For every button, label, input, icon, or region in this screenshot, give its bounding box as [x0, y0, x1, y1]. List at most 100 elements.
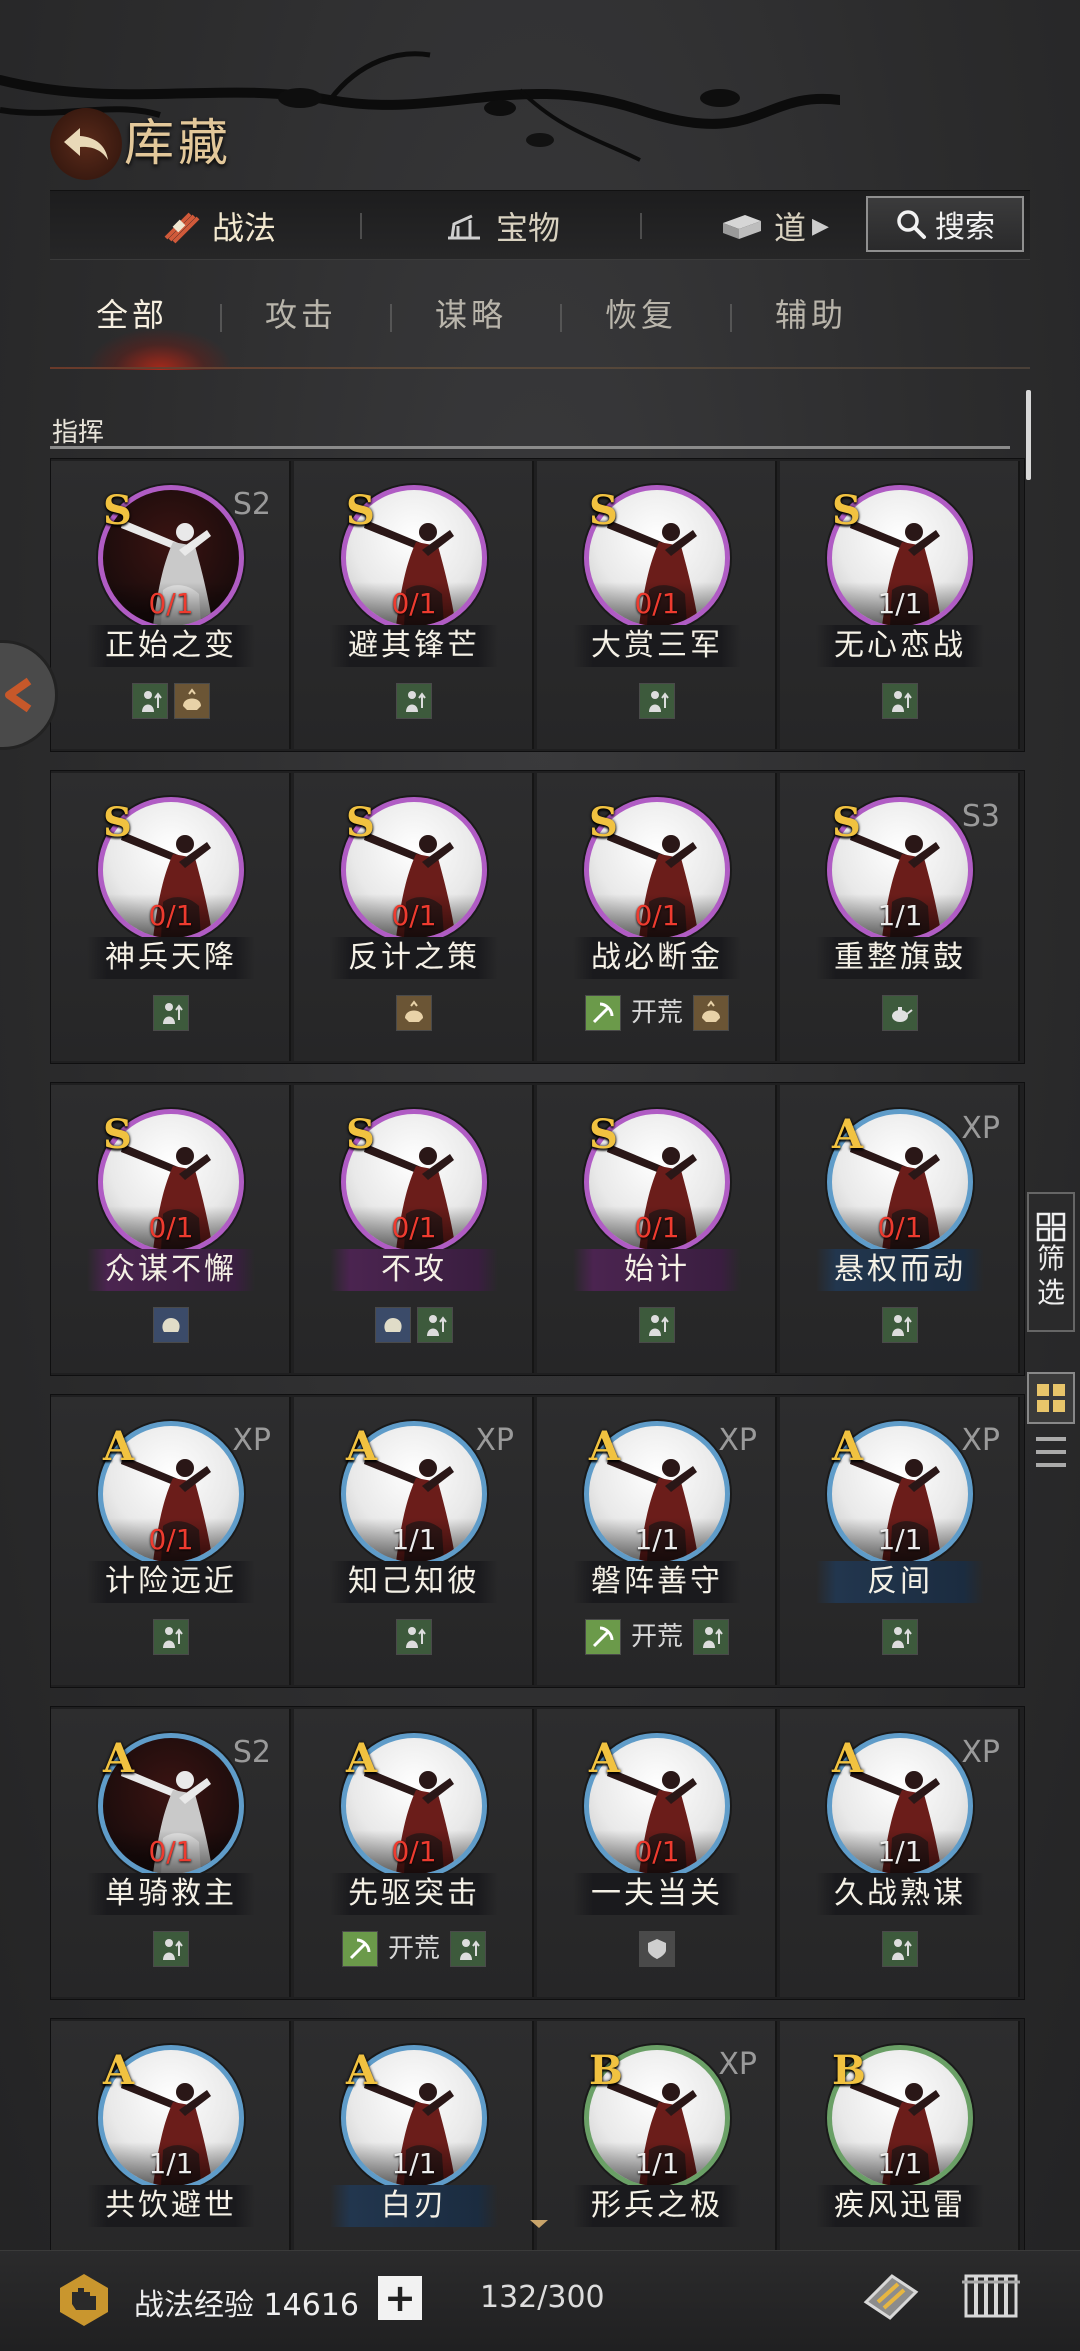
- soldier-up-icon: [882, 1619, 918, 1655]
- add-exp-button[interactable]: +: [378, 2276, 422, 2320]
- pickaxe-icon: [341, 1931, 378, 1967]
- tag-list: [537, 1931, 777, 1967]
- tactic-card[interactable]: A XP 0/1 悬权而动: [780, 1085, 1020, 1373]
- tab-treasure[interactable]: 宝物: [442, 191, 560, 261]
- tactic-name: 计险远近: [87, 1561, 255, 1603]
- back-button[interactable]: [50, 108, 122, 180]
- tactic-card[interactable]: A XP 1/1 久战熟谋: [780, 1709, 1020, 1997]
- tactic-card[interactable]: S 0/1 众谋不懈: [51, 1085, 291, 1373]
- tactic-card[interactable]: S 0/1 始计: [537, 1085, 777, 1373]
- owned-count: 0/1: [391, 587, 437, 620]
- season-badge: XP: [961, 1735, 1000, 1770]
- brain-icon: [375, 1307, 411, 1343]
- tag-list: [294, 995, 534, 1031]
- tag-list: [51, 1931, 291, 1967]
- chevron-right-icon: ▶: [812, 213, 829, 239]
- tactic-card[interactable]: S 0/1 神兵天降: [51, 773, 291, 1061]
- tactic-name: 众谋不懈: [87, 1249, 255, 1291]
- soldier-up-icon: [417, 1307, 453, 1343]
- tactic-card[interactable]: S 0/1 战必断金 开荒: [537, 773, 777, 1061]
- tag-list: [780, 1307, 1020, 1343]
- tactic-card[interactable]: S 0/1 大赏三军: [537, 461, 777, 749]
- tag-list: [294, 683, 534, 719]
- tactic-card[interactable]: S S3 1/1 重整旗鼓: [780, 773, 1020, 1061]
- scroll-book-icon[interactable]: [858, 2262, 924, 2328]
- grid-view-icon: [1037, 1384, 1065, 1412]
- tactic-name: 疾风迅雷: [816, 2185, 984, 2227]
- tactic-card[interactable]: A XP 1/1 知己知彼: [294, 1397, 534, 1685]
- subtab-recovery[interactable]: 恢复: [605, 290, 677, 350]
- list-view-toggle[interactable]: [1031, 1432, 1071, 1472]
- subtab-attack[interactable]: 攻击: [265, 290, 337, 350]
- tag-list: [51, 995, 291, 1031]
- scrollbar[interactable]: [1026, 390, 1031, 480]
- tactic-card[interactable]: A XP 0/1 计险远近: [51, 1397, 291, 1685]
- tactics-row: S 0/1 众谋不懈 S 0/1 不攻 S 0/1 始计 A XP 0/1 悬权…: [50, 1082, 1025, 1376]
- tactic-name: 悬权而动: [816, 1249, 984, 1291]
- owned-count: 0/1: [634, 899, 680, 932]
- grade-badge: S: [832, 487, 861, 534]
- subtab-strategy[interactable]: 谋略: [435, 290, 507, 350]
- page-title: 库藏: [124, 114, 232, 172]
- tag-list: [537, 683, 777, 719]
- tactic-card[interactable]: A XP 1/1 磐阵善守 开荒: [537, 1397, 777, 1685]
- tactic-name: 大赏三军: [573, 625, 741, 667]
- tactic-exp-icon: [60, 2274, 108, 2326]
- back-arrow-icon: [64, 128, 108, 160]
- list-line: [1036, 1449, 1066, 1454]
- shield-icon: [639, 1931, 675, 1967]
- brain-icon: [153, 1307, 189, 1343]
- tab-divider: [640, 213, 642, 239]
- subtab-support[interactable]: 辅助: [775, 290, 847, 350]
- tab-items[interactable]: 道 ▶: [720, 191, 829, 261]
- tactic-card[interactable]: A 0/1 先驱突击 开荒: [294, 1709, 534, 1997]
- tactic-exp-label: 战法经验 14616: [134, 2288, 359, 2323]
- tag-list: 开荒: [294, 1931, 534, 1967]
- subtab-all[interactable]: 全部: [96, 290, 168, 350]
- owned-count: 1/1: [877, 2147, 923, 2180]
- list-line: [1036, 1463, 1066, 1468]
- tag-list: [780, 995, 1020, 1031]
- grade-badge: A: [103, 1735, 135, 1782]
- tactic-card[interactable]: S 0/1 不攻: [294, 1085, 534, 1373]
- tactic-card[interactable]: A S2 0/1 单骑救主: [51, 1709, 291, 1997]
- grade-badge: A: [832, 1423, 864, 1470]
- tactics-row: A S2 0/1 单骑救主 A 0/1 先驱突击 开荒 A 0/1 一夫当关 A…: [50, 1706, 1025, 2000]
- tactic-card[interactable]: A 0/1 一夫当关: [537, 1709, 777, 1997]
- owned-count: 1/1: [877, 899, 923, 932]
- season-badge: XP: [718, 2047, 757, 2082]
- season-badge: S3: [961, 799, 1000, 834]
- tactic-card[interactable]: A XP 1/1 反间: [780, 1397, 1020, 1685]
- grade-badge: A: [832, 1735, 864, 1782]
- grid-view-toggle[interactable]: [1027, 1372, 1075, 1424]
- filter-button[interactable]: 筛选: [1027, 1192, 1075, 1332]
- tactic-card[interactable]: S 0/1 避其锋芒: [294, 461, 534, 749]
- soldier-up-icon: [882, 1931, 918, 1967]
- soldier-up-icon: [396, 1619, 432, 1655]
- grade-badge: A: [103, 1423, 135, 1470]
- tactic-name: 重整旗鼓: [816, 937, 984, 979]
- subtab-divider: [390, 304, 392, 332]
- tactic-card[interactable]: S S2 0/1 正始之变: [51, 461, 291, 749]
- search-button[interactable]: 搜索: [866, 196, 1024, 252]
- tactic-card[interactable]: S 0/1 反计之策: [294, 773, 534, 1061]
- tactic-name: 磐阵善守: [573, 1561, 741, 1603]
- grade-badge: S: [103, 1111, 132, 1158]
- scroll-more-arrow-icon: [530, 2220, 548, 2228]
- grade-badge: S: [346, 487, 375, 534]
- helmet-icon: [174, 683, 210, 719]
- search-label: 搜索: [935, 210, 995, 245]
- tactic-name: 神兵天降: [87, 937, 255, 979]
- owned-count: 0/1: [391, 899, 437, 932]
- grid-filter-icon: [1036, 1212, 1066, 1242]
- grade-badge: S: [589, 487, 618, 534]
- tab-tactics[interactable]: 战法: [158, 191, 276, 261]
- owned-count: 0/1: [634, 1211, 680, 1244]
- tactic-name: 白刃: [330, 2185, 498, 2227]
- grade-badge: A: [346, 2047, 378, 2094]
- bamboo-scroll-icon[interactable]: [958, 2262, 1024, 2328]
- soldier-up-icon: [153, 1619, 189, 1655]
- owned-count: 0/1: [634, 1835, 680, 1868]
- soldier-up-icon: [450, 1931, 486, 1967]
- tactic-card[interactable]: S 1/1 无心恋战: [780, 461, 1020, 749]
